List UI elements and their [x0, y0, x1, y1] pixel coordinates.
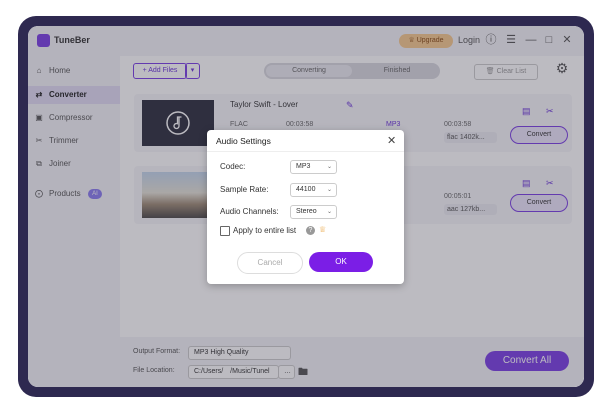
divider [207, 151, 404, 152]
cancel-button[interactable]: Cancel [237, 252, 303, 274]
codec-value: MP3 [296, 163, 311, 170]
apply-to-list-checkbox[interactable] [220, 226, 230, 236]
audio-channels-label: Audio Channels: [220, 207, 279, 216]
dialog-title: Audio Settings [216, 136, 271, 146]
sample-rate-value: 44100 [296, 186, 316, 193]
audio-channels-value: Stereo [296, 208, 317, 215]
chevron-down-icon: ⌄ [326, 164, 332, 170]
audio-channels-select[interactable]: Stereo ⌄ [290, 205, 337, 219]
apply-to-list-label: Apply to entire list [233, 226, 297, 235]
codec-label: Codec: [220, 162, 246, 171]
sample-rate-select[interactable]: 44100 ⌄ [290, 183, 337, 197]
crown-icon: ♕ [319, 225, 327, 234]
close-icon[interactable]: ✕ [387, 134, 396, 147]
chevron-down-icon: ⌄ [326, 187, 332, 193]
chevron-down-icon: ⌄ [326, 209, 332, 215]
ok-button[interactable]: OK [309, 252, 373, 272]
audio-settings-dialog: Audio Settings ✕ Codec: MP3 ⌄ Sample Rat… [207, 130, 404, 284]
sample-rate-label: Sample Rate: [220, 185, 269, 194]
question-icon[interactable]: ? [306, 226, 315, 235]
codec-select[interactable]: MP3 ⌄ [290, 160, 337, 174]
